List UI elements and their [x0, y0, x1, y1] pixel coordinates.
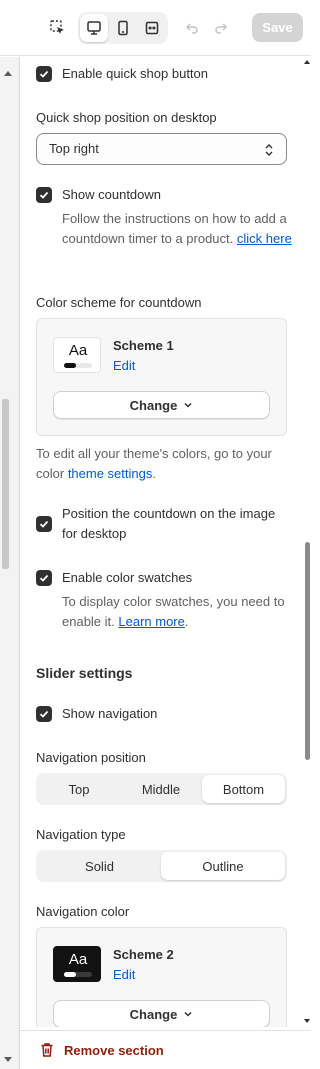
scroll-down-arrow-icon[interactable]	[4, 1057, 12, 1062]
show-countdown-label: Show countdown	[62, 187, 162, 202]
fullscreen-icon	[145, 21, 159, 35]
quick-shop-checkbox[interactable]	[36, 66, 52, 82]
undo-button[interactable]	[178, 14, 206, 42]
swatch-pill	[64, 363, 92, 368]
scheme-name: Scheme 1	[113, 338, 174, 353]
settings-scroll-thumb[interactable]	[305, 542, 310, 760]
left-scroll-thumb[interactable]	[2, 399, 9, 569]
change-label: Change	[129, 1006, 178, 1022]
nav-type-solid[interactable]: Solid	[38, 852, 161, 880]
panel-footer: Remove section	[20, 1030, 311, 1069]
countdown-scheme-card: Aa Scheme 1 Edit Change	[36, 318, 287, 436]
desktop-icon	[87, 21, 101, 35]
theme-colors-note: To edit all your theme's colors, go to y…	[36, 444, 292, 484]
redo-icon	[215, 23, 228, 34]
change-scheme-button[interactable]: Change	[53, 391, 270, 419]
left-panel-scrollbar[interactable]	[0, 57, 20, 1069]
swatches-help-suffix: .	[184, 614, 189, 629]
checkmark-icon	[39, 191, 49, 199]
viewport-toggle-group	[78, 12, 168, 44]
inspector-button[interactable]	[44, 14, 72, 42]
checkmark-icon	[39, 70, 49, 78]
select-chevrons-icon	[265, 144, 273, 156]
theme-note-suffix: .	[152, 466, 156, 481]
checkmark-icon	[39, 574, 49, 582]
show-navigation-label: Show navigation	[62, 706, 158, 721]
mobile-icon	[118, 20, 128, 36]
chevron-down-icon	[184, 1011, 192, 1017]
select-value: Top right	[49, 141, 99, 156]
scroll-down-arrow-icon[interactable]	[304, 1019, 310, 1023]
remove-section-label: Remove section	[64, 1042, 164, 1058]
swatch-sample-text: Aa	[68, 342, 88, 359]
quick-shop-position-select[interactable]: Top right	[36, 133, 287, 165]
mobile-view-button[interactable]	[109, 14, 137, 42]
settings-panel: Enable quick shop button Quick shop posi…	[20, 57, 303, 1027]
save-button[interactable]: Save	[252, 13, 303, 42]
scheme-1-swatch: Aa	[53, 337, 101, 373]
learn-more-link[interactable]: Learn more	[118, 614, 184, 629]
scheme-2-swatch: Aa	[53, 946, 101, 982]
checkmark-icon	[39, 520, 49, 528]
remove-section-button[interactable]: Remove section	[40, 1042, 164, 1058]
navigation-scheme-card: Aa Scheme 2 Edit Change	[36, 927, 287, 1027]
scroll-up-arrow-icon[interactable]	[304, 60, 310, 64]
checkmark-icon	[39, 710, 49, 718]
cursor-select-icon	[50, 20, 64, 34]
position-countdown-checkbox[interactable]	[36, 516, 52, 532]
nav-type-outline[interactable]: Outline	[161, 852, 285, 880]
trash-icon	[41, 1043, 53, 1057]
theme-settings-link[interactable]: theme settings	[68, 466, 153, 481]
undo-icon	[185, 23, 198, 34]
scheme-name: Scheme 2	[113, 947, 174, 962]
settings-scrollbar[interactable]	[303, 57, 311, 1027]
nav-position-middle[interactable]: Middle	[120, 775, 202, 803]
swatch-pill	[64, 972, 92, 977]
change-scheme-button[interactable]: Change	[53, 1000, 270, 1027]
redo-button[interactable]	[207, 14, 235, 42]
quick-shop-label: Enable quick shop button	[62, 66, 208, 81]
scheme-edit-link[interactable]: Edit	[113, 966, 135, 984]
navigation-type-label: Navigation type	[36, 827, 126, 842]
swatches-help-text: To display color swatches, you need to e…	[62, 592, 298, 632]
show-navigation-checkbox[interactable]	[36, 706, 52, 722]
slider-settings-heading: Slider settings	[36, 665, 133, 681]
navigation-color-label: Navigation color	[36, 904, 130, 919]
quick-shop-position-label: Quick shop position on desktop	[36, 110, 217, 125]
navigation-type-segmented: Solid Outline	[36, 850, 287, 882]
swatch-sample-text: Aa	[68, 951, 88, 968]
nav-position-top[interactable]: Top	[38, 775, 120, 803]
chevron-down-icon	[184, 402, 192, 408]
scroll-up-arrow-icon[interactable]	[4, 71, 12, 76]
show-countdown-checkbox[interactable]	[36, 187, 52, 203]
color-swatches-label: Enable color swatches	[62, 570, 193, 585]
countdown-help-text: Follow the instructions on how to add a …	[62, 209, 302, 249]
countdown-help-link[interactable]: click here	[237, 231, 292, 246]
fullscreen-view-button[interactable]	[138, 14, 166, 42]
color-swatches-checkbox[interactable]	[36, 570, 52, 586]
countdown-scheme-label: Color scheme for countdown	[36, 295, 202, 310]
change-label: Change	[129, 397, 178, 413]
nav-position-bottom[interactable]: Bottom	[202, 775, 285, 803]
navigation-position-segmented: Top Middle Bottom	[36, 773, 287, 805]
position-countdown-label: Position the countdown on the image for …	[62, 506, 276, 541]
scheme-edit-link[interactable]: Edit	[113, 357, 135, 375]
desktop-view-button[interactable]	[80, 14, 108, 42]
navigation-position-label: Navigation position	[36, 750, 146, 765]
editor-toolbar: Save	[0, 0, 311, 56]
